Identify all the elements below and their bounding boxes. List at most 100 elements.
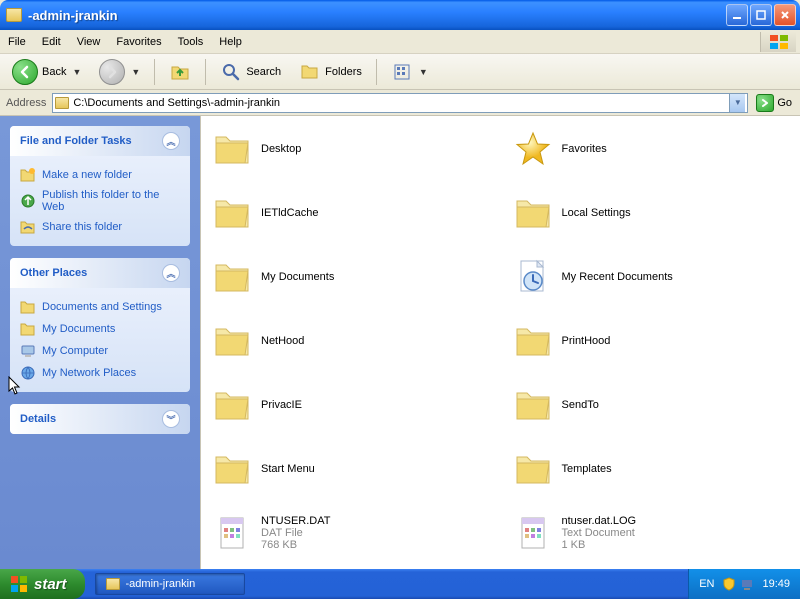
file-item[interactable]: Local Settings (506, 190, 797, 236)
close-button[interactable] (774, 4, 796, 26)
publish-icon (20, 193, 36, 209)
go-icon (756, 94, 774, 112)
file-item[interactable]: NTUSER.DATDAT File768 KB (205, 510, 496, 556)
views-button[interactable]: ▼ (385, 58, 434, 86)
content-area[interactable]: DesktopFavoritesIETldCacheLocal Settings… (200, 116, 800, 569)
taskbar: start -admin-jrankin EN 19:49 (0, 569, 800, 599)
folder-icon (512, 320, 554, 362)
folder-icon (211, 192, 253, 234)
file-folder-tasks-panel: File and Folder Tasks ︽ Make a new folde… (10, 126, 190, 246)
address-label: Address (4, 97, 48, 109)
network-link[interactable]: My Network Places (20, 362, 180, 384)
task-label: -admin-jrankin (126, 578, 196, 590)
file-item[interactable]: ntuser.dat.LOGText Document1 KB (506, 510, 797, 556)
publish-link[interactable]: Publish this folder to the Web (20, 186, 180, 216)
file-item[interactable]: My Recent Documents (506, 254, 797, 300)
other-header[interactable]: Other Places ︽ (10, 258, 190, 288)
forward-icon (99, 59, 125, 85)
file-item[interactable]: NetHood (205, 318, 496, 364)
menu-tools[interactable]: Tools (170, 32, 212, 52)
start-label: start (34, 576, 67, 593)
folder-icon (20, 321, 36, 337)
address-path: C:\Documents and Settings\-admin-jrankin (73, 97, 725, 109)
item-name: PrintHood (562, 335, 611, 347)
menubar: File Edit View Favorites Tools Help (0, 30, 800, 54)
file-item[interactable]: Start Menu (205, 446, 496, 492)
tray-icon[interactable] (740, 577, 754, 591)
windows-logo-icon (10, 575, 28, 593)
separator (376, 59, 377, 85)
address-dropdown-icon[interactable]: ▼ (729, 94, 745, 112)
folder-icon (211, 320, 253, 362)
menu-view[interactable]: View (69, 32, 109, 52)
item-name: PrivacIE (261, 399, 302, 411)
folders-icon (299, 61, 321, 83)
back-button[interactable]: Back ▼ (6, 56, 87, 88)
file-item[interactable]: My Documents (205, 254, 496, 300)
item-size: 1 KB (562, 539, 637, 551)
go-button[interactable]: Go (752, 92, 796, 114)
item-name: Start Menu (261, 463, 315, 475)
folder-icon (512, 384, 554, 426)
language-indicator[interactable]: EN (699, 578, 714, 590)
docs-settings-link[interactable]: Documents and Settings (20, 296, 180, 318)
views-dropdown-icon[interactable]: ▼ (419, 67, 428, 77)
search-button[interactable]: Search (214, 58, 287, 86)
tasks-header[interactable]: File and Folder Tasks ︽ (10, 126, 190, 156)
views-icon (391, 61, 413, 83)
item-size: 768 KB (261, 539, 330, 551)
forward-button[interactable]: ▼ (93, 56, 146, 88)
other-title: Other Places (20, 267, 87, 279)
sidebar: File and Folder Tasks ︽ Make a new folde… (0, 116, 200, 569)
my-docs-link[interactable]: My Documents (20, 318, 180, 340)
file-item[interactable]: Templates (506, 446, 797, 492)
menu-favorites[interactable]: Favorites (108, 32, 169, 52)
folders-button[interactable]: Folders (293, 58, 368, 86)
share-link[interactable]: Share this folder (20, 216, 180, 238)
collapse-icon: ︽ (162, 264, 180, 282)
item-name: NetHood (261, 335, 304, 347)
system-tray: EN 19:49 (688, 569, 800, 599)
clock[interactable]: 19:49 (762, 578, 790, 590)
details-header[interactable]: Details ︾ (10, 404, 190, 434)
other-places-panel: Other Places ︽ Documents and Settings My… (10, 258, 190, 392)
back-label: Back (42, 66, 66, 78)
item-name: Templates (562, 463, 612, 475)
new-folder-icon (20, 167, 36, 183)
toolbar: Back ▼ ▼ Search Folders ▼ (0, 54, 800, 90)
maximize-button[interactable] (750, 4, 772, 26)
main-area: File and Folder Tasks ︽ Make a new folde… (0, 116, 800, 569)
computer-icon (20, 343, 36, 359)
window-folder-icon (6, 8, 22, 22)
item-name: SendTo (562, 399, 599, 411)
menu-edit[interactable]: Edit (34, 32, 69, 52)
details-title: Details (20, 413, 56, 425)
titlebar: -admin-jrankin (0, 0, 800, 30)
task-folder-icon (106, 578, 120, 590)
item-name: NTUSER.DAT (261, 515, 330, 527)
menu-file[interactable]: File (0, 32, 34, 52)
folder-icon (211, 256, 253, 298)
forward-dropdown-icon[interactable]: ▼ (131, 67, 140, 77)
menu-help[interactable]: Help (211, 32, 250, 52)
start-button[interactable]: start (0, 569, 85, 599)
shield-icon[interactable] (722, 577, 736, 591)
address-bar: Address C:\Documents and Settings\-admin… (0, 90, 800, 116)
back-dropdown-icon[interactable]: ▼ (72, 67, 81, 77)
file-item[interactable]: Favorites (506, 126, 797, 172)
address-input[interactable]: C:\Documents and Settings\-admin-jrankin… (52, 93, 748, 113)
minimize-button[interactable] (726, 4, 748, 26)
item-name: My Documents (261, 271, 334, 283)
network-icon (20, 365, 36, 381)
up-button[interactable] (163, 58, 197, 86)
file-icon (512, 512, 554, 554)
taskbar-item[interactable]: -admin-jrankin (95, 573, 245, 595)
file-item[interactable]: PrivacIE (205, 382, 496, 428)
new-folder-link[interactable]: Make a new folder (20, 164, 180, 186)
item-type: Text Document (562, 527, 637, 539)
my-computer-link[interactable]: My Computer (20, 340, 180, 362)
file-item[interactable]: Desktop (205, 126, 496, 172)
file-item[interactable]: PrintHood (506, 318, 797, 364)
file-item[interactable]: IETldCache (205, 190, 496, 236)
file-item[interactable]: SendTo (506, 382, 797, 428)
